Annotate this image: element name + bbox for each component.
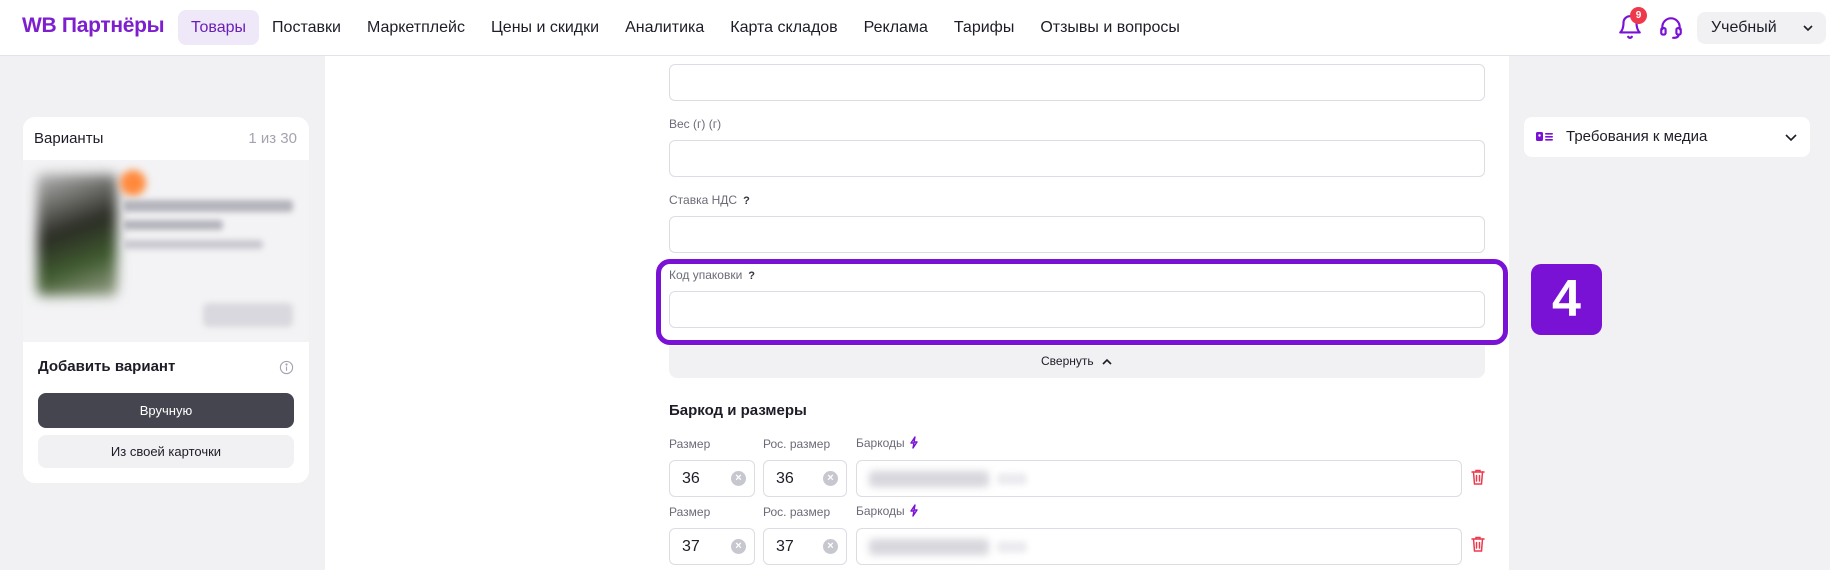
size-value: 36: [682, 470, 700, 487]
main-nav: Товары Поставки Маркетплейс Цены и скидк…: [178, 10, 1193, 45]
vat-label-text: Ставка НДС: [669, 193, 738, 207]
media-requirements-dropdown[interactable]: Требования к медиа: [1524, 117, 1810, 157]
ru-size-input[interactable]: 37 ×: [763, 528, 847, 565]
nav-item-prices[interactable]: Цены и скидки: [478, 10, 612, 45]
variant-title-blur: [123, 200, 293, 212]
weight-input[interactable]: [669, 140, 1485, 177]
chevron-down-icon: [1803, 25, 1813, 32]
barcode-value-blur: [869, 471, 989, 487]
clear-icon[interactable]: ×: [731, 539, 746, 554]
clear-icon[interactable]: ×: [823, 471, 838, 486]
nav-item-tariffs[interactable]: Тарифы: [941, 10, 1027, 45]
variants-title: Варианты: [34, 130, 104, 147]
lightning-icon[interactable]: [909, 436, 919, 449]
ru-size-label: Рос. размер: [763, 505, 831, 519]
variant-badge: [120, 170, 146, 196]
nav-item-reviews[interactable]: Отзывы и вопросы: [1027, 10, 1193, 45]
barcodes-label: Баркоды: [856, 504, 919, 518]
clear-icon[interactable]: ×: [823, 539, 838, 554]
size-label: Размер: [669, 437, 711, 451]
help-icon[interactable]: ?: [743, 195, 750, 207]
vat-input[interactable]: [669, 216, 1485, 253]
variants-card: Варианты 1 из 30 Добавить вариант Вручну…: [23, 117, 309, 483]
nav-item-analytics[interactable]: Аналитика: [612, 10, 717, 45]
account-switcher[interactable]: Учебный: [1697, 12, 1826, 44]
nav-item-products[interactable]: Товары: [178, 10, 260, 45]
ru-size-value: 36: [776, 470, 794, 487]
manual-button[interactable]: Вручную: [38, 393, 294, 428]
trash-icon[interactable]: [1470, 468, 1486, 486]
size-input[interactable]: 37 ×: [669, 528, 755, 565]
collapse-label: Свернуть: [1041, 354, 1094, 368]
nav-item-ads[interactable]: Реклама: [851, 10, 941, 45]
ru-size-input[interactable]: 36 ×: [763, 460, 847, 497]
variants-count: 1 из 30: [248, 130, 297, 147]
add-variant-title: Добавить вариант: [38, 358, 176, 375]
notification-badge: 9: [1630, 7, 1647, 24]
clear-icon[interactable]: ×: [731, 471, 746, 486]
barcode-value-blur: [997, 473, 1027, 485]
headset-icon[interactable]: [1658, 14, 1684, 40]
nav-item-supplies[interactable]: Поставки: [259, 10, 354, 45]
media-list-icon: [1536, 132, 1553, 141]
barcode-input[interactable]: [856, 460, 1462, 497]
chevron-up-icon: [1102, 358, 1112, 365]
chevron-down-icon: [1785, 134, 1797, 142]
ru-size-value: 37: [776, 538, 794, 555]
variant-preview[interactable]: [23, 160, 309, 342]
highlight-frame: [656, 259, 1508, 345]
top-field-input[interactable]: [669, 64, 1485, 101]
lightning-icon[interactable]: [909, 504, 919, 517]
size-label: Размер: [669, 505, 711, 519]
variant-thumbnail: [37, 174, 117, 296]
barcode-value-blur: [997, 541, 1027, 553]
account-label: Учебный: [1711, 19, 1777, 36]
step-number-badge: 4: [1531, 264, 1602, 335]
barcodes-label-text: Баркоды: [856, 436, 905, 450]
size-input[interactable]: 36 ×: [669, 460, 755, 497]
media-requirements-label: Требования к медиа: [1566, 128, 1708, 145]
barcode-input[interactable]: [856, 528, 1462, 565]
trash-icon[interactable]: [1470, 535, 1486, 553]
variant-meta-blur: [123, 240, 263, 249]
barcode-section-title: Баркод и размеры: [669, 402, 807, 419]
variant-action-blur: [203, 303, 293, 327]
nav-item-marketplace[interactable]: Маркетплейс: [354, 10, 478, 45]
weight-label: Вес (г) (г): [669, 117, 722, 131]
top-header: WB Партнёры Товары Поставки Маркетплейс …: [0, 0, 1830, 56]
logo[interactable]: WB Партнёры: [22, 14, 165, 38]
vat-label: Ставка НДС?: [669, 193, 750, 207]
from-own-card-button[interactable]: Из своей карточки: [38, 435, 294, 468]
variant-subtitle-blur: [123, 220, 223, 230]
info-icon[interactable]: [279, 360, 294, 375]
barcodes-label: Баркоды: [856, 436, 919, 450]
barcodes-label-text: Баркоды: [856, 504, 905, 518]
ru-size-label: Рос. размер: [763, 437, 831, 451]
nav-item-warehouse-map[interactable]: Карта складов: [717, 10, 850, 45]
collapse-button[interactable]: Свернуть: [669, 346, 1485, 378]
size-value: 37: [682, 538, 700, 555]
barcode-value-blur: [869, 539, 989, 555]
